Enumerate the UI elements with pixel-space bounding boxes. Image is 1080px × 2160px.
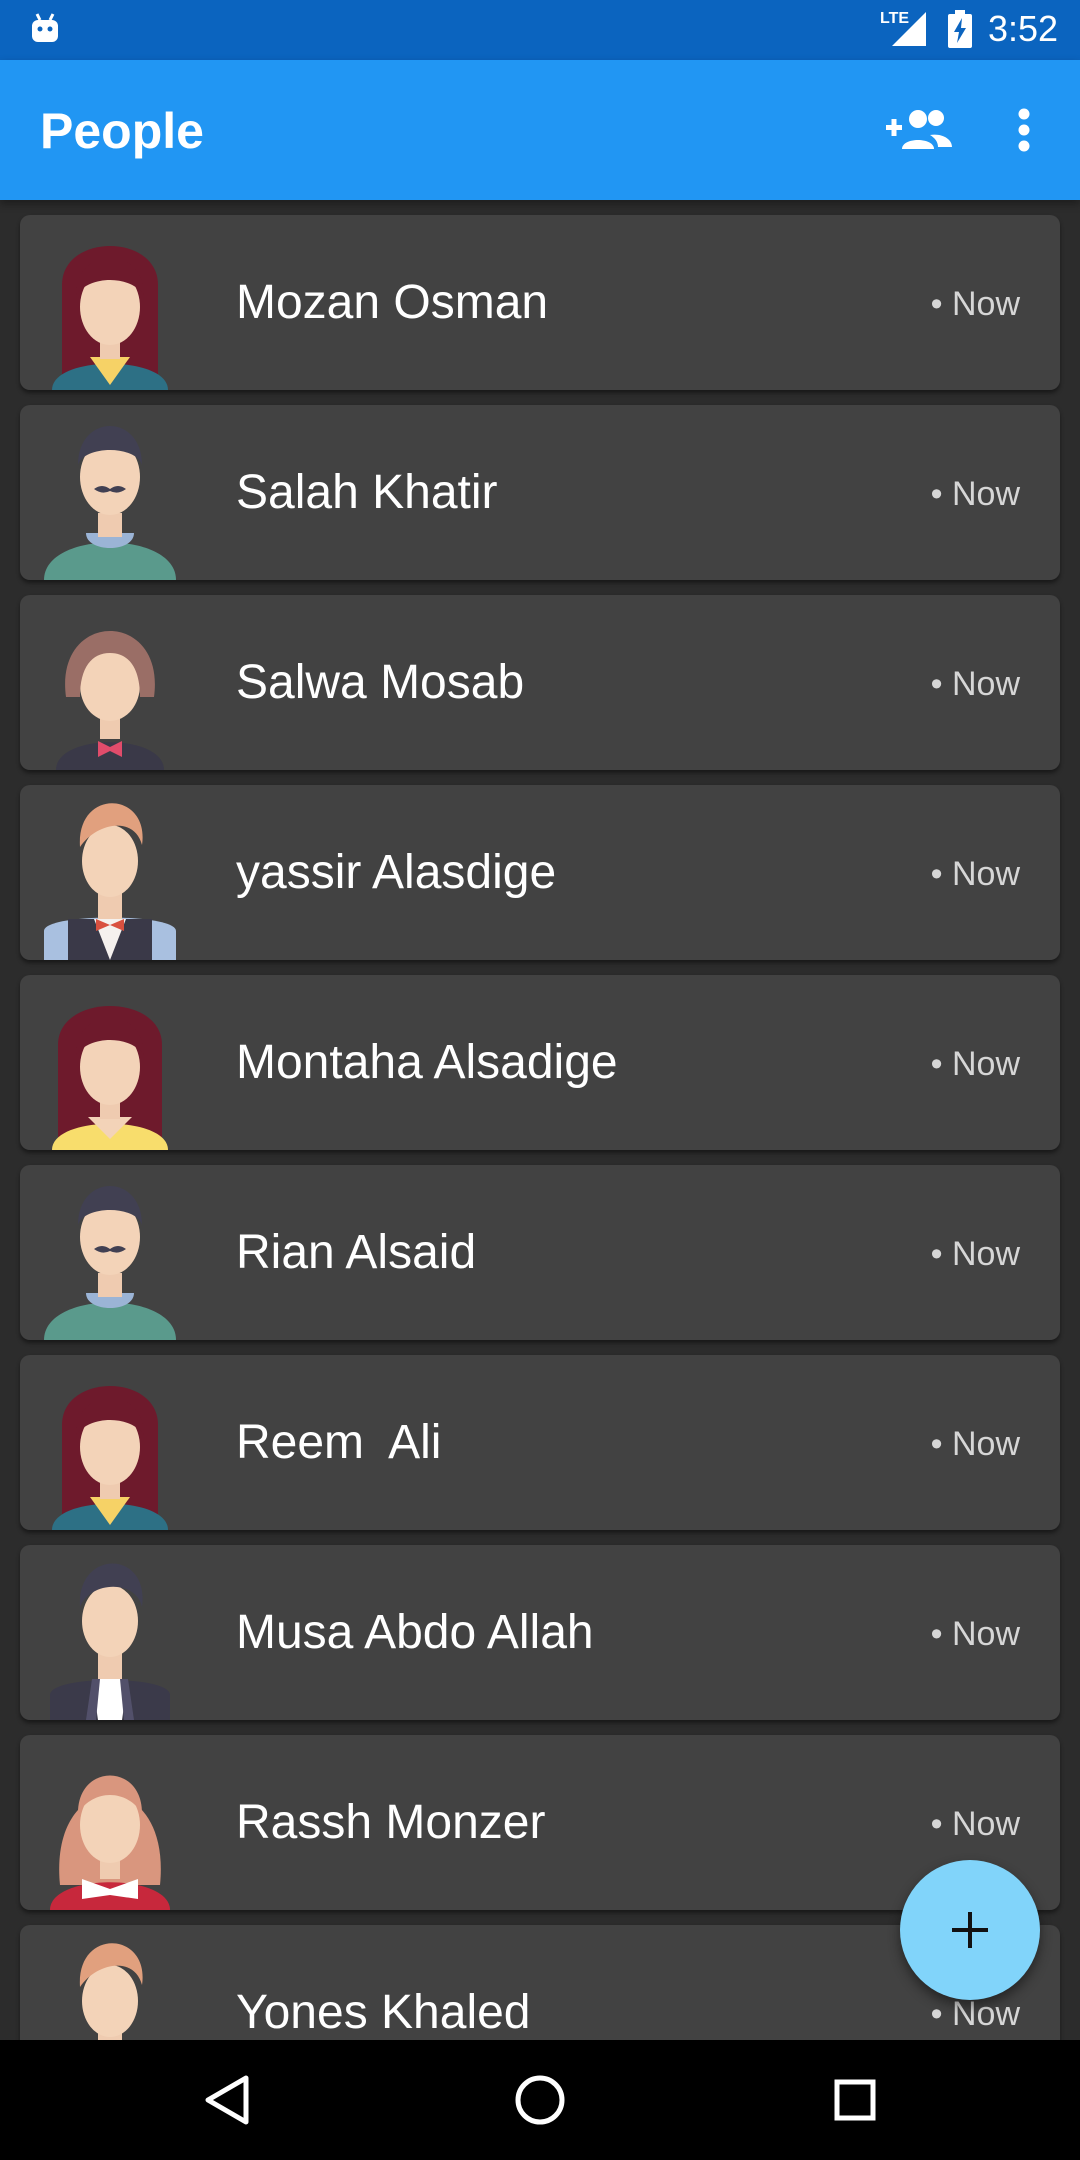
add-people-button[interactable]	[884, 102, 954, 158]
status-bar: LTE 3:52	[0, 0, 1080, 60]
woman-avatar-icon	[50, 1775, 170, 1910]
person-name: Rian Alsaid	[236, 1226, 477, 1279]
person-card[interactable]: Montaha Alsadige • Now	[20, 975, 1060, 1150]
person-card[interactable]: Musa Abdo Allah • Now	[20, 1545, 1060, 1720]
man-avatar-icon	[44, 1186, 176, 1340]
woman-avatar-icon	[56, 631, 164, 770]
man-avatar-icon	[50, 1563, 170, 1720]
more-vert-icon	[1018, 108, 1030, 152]
person-name: Montaha Alsadige	[236, 1036, 618, 1089]
system-navigation-bar	[0, 2040, 1080, 2160]
last-seen-label: • Now	[930, 1045, 1020, 1083]
person-name: Yones Khaled	[236, 1986, 531, 2039]
back-icon	[205, 2075, 249, 2125]
back-button[interactable]	[186, 2060, 266, 2140]
woman-avatar-icon	[52, 246, 168, 390]
battery-charging-icon	[948, 10, 972, 48]
man-avatar-icon	[44, 426, 176, 580]
person-name: Salah Khatir	[236, 466, 498, 519]
signal-icon	[892, 12, 926, 46]
more-options-button[interactable]	[1000, 98, 1048, 162]
page-title: People	[40, 103, 204, 159]
person-name: yassir Alasdige	[236, 846, 557, 899]
last-seen-label: • Now	[930, 1425, 1020, 1463]
last-seen-label: • Now	[930, 1995, 1020, 2033]
home-button[interactable]	[500, 2060, 580, 2140]
last-seen-label: • Now	[930, 285, 1020, 323]
person-card[interactable]: Rassh Monzer • Now	[20, 1735, 1060, 1910]
home-icon	[515, 2075, 565, 2125]
last-seen-label: • Now	[930, 475, 1020, 513]
person-card[interactable]: yassir Alasdige • Now	[20, 785, 1060, 960]
person-card[interactable]: Salah Khatir • Now	[20, 405, 1060, 580]
add-people-icon	[886, 110, 952, 149]
person-card[interactable]: Reem Ali • Now	[20, 1355, 1060, 1530]
woman-avatar-icon	[52, 1386, 168, 1530]
person-card[interactable]: Rian Alsaid • Now	[20, 1165, 1060, 1340]
last-seen-label: • Now	[930, 1235, 1020, 1273]
recents-button[interactable]	[815, 2060, 895, 2140]
recents-icon	[834, 2079, 876, 2121]
person-name: Mozan Osman	[236, 276, 549, 329]
last-seen-label: • Now	[930, 855, 1020, 893]
app-bar: People	[0, 60, 1080, 200]
people-list[interactable]: Mozan Osman • Now Salah Khatir • Now Sal…	[0, 200, 1080, 2040]
person-name: Salwa Mosab	[236, 656, 525, 709]
add-person-fab[interactable]	[900, 1860, 1040, 2000]
man-avatar-icon	[44, 803, 176, 960]
person-card[interactable]: Salwa Mosab • Now	[20, 595, 1060, 770]
clock: 3:52	[988, 8, 1059, 49]
man-avatar-icon	[79, 1943, 143, 2040]
person-name: Rassh Monzer	[236, 1796, 546, 1849]
person-card[interactable]: Mozan Osman • Now	[20, 215, 1060, 390]
plus-icon	[952, 1912, 988, 1948]
android-notification-icon	[32, 13, 58, 42]
person-name: Musa Abdo Allah	[236, 1606, 594, 1659]
last-seen-label: • Now	[930, 665, 1020, 703]
person-name: Reem Ali	[236, 1416, 442, 1469]
woman-avatar-icon	[52, 1006, 168, 1150]
last-seen-label: • Now	[930, 1615, 1020, 1653]
last-seen-label: • Now	[930, 1805, 1020, 1843]
